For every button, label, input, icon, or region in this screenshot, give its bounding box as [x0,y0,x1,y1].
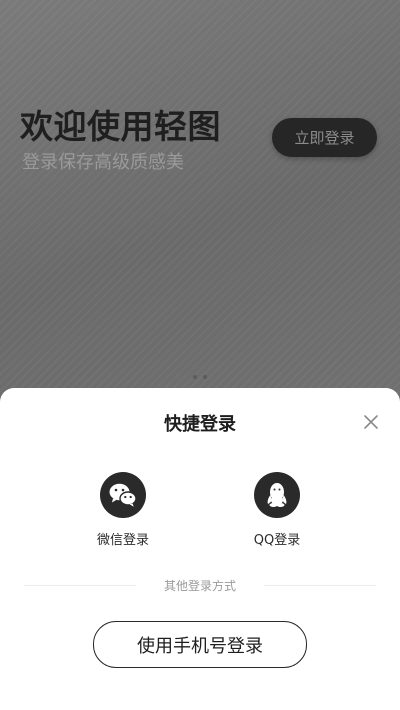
divider-line-right [264,584,377,586]
qq-icon[interactable] [254,472,300,518]
qq-login-label: QQ登录 [253,533,301,548]
sheet-title: 快捷登录 [164,414,236,435]
wechat-login-option[interactable]: 微信登录 [68,472,178,548]
page-indicator [0,375,400,379]
wechat-icon[interactable] [100,472,146,518]
other-methods-divider: 其他登录方式 [24,577,377,593]
wechat-login-label: 微信登录 [96,533,149,548]
qq-login-option[interactable]: QQ登录 [222,472,332,548]
phone-login-button[interactable]: 使用手机号登录 [93,621,307,668]
login-now-button[interactable]: 立即登录 [272,118,377,157]
welcome-subtitle: 登录保存高级质感美 [22,152,184,173]
divider-line-left [24,584,136,586]
other-methods-label: 其他登录方式 [164,578,237,593]
welcome-title: 欢迎使用轻图 [20,107,221,146]
page-dot [193,375,197,379]
close-icon[interactable] [358,409,384,435]
hero-background [0,0,400,400]
page-dot [203,375,207,379]
